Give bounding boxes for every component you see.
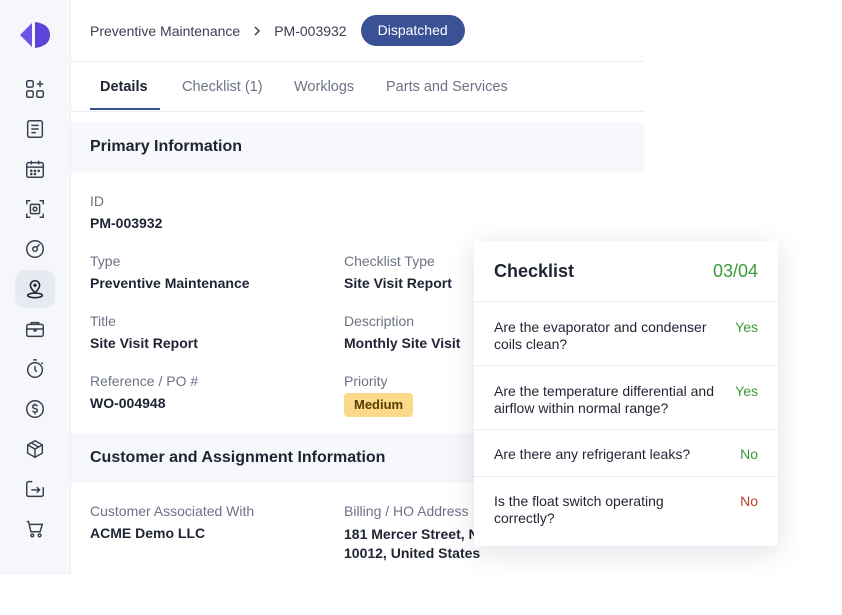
- app-logo[interactable]: [18, 20, 52, 50]
- priority-label: Priority: [344, 373, 388, 389]
- nav-briefcase-icon[interactable]: [15, 310, 55, 348]
- tab-checklist[interactable]: Checklist (1): [182, 62, 263, 112]
- nav-widgets-icon[interactable]: [15, 70, 55, 108]
- section-title: Primary Information: [90, 138, 243, 155]
- tab-details[interactable]: Details: [100, 62, 148, 112]
- checklist-count: 03/04: [712, 261, 758, 281]
- primary-info-header: Primary Information: [71, 122, 644, 172]
- nav-timer-icon[interactable]: [15, 350, 55, 388]
- checklist-type-label: Checklist Type: [344, 253, 435, 269]
- customer-value: ACME Demo LLC: [90, 525, 206, 541]
- nav-location-icon[interactable]: [15, 270, 55, 308]
- id-value: PM-003932: [90, 215, 163, 231]
- checklist-question: Are the evaporator and condenser coils c…: [494, 319, 707, 352]
- nav-scan-icon[interactable]: [15, 190, 55, 228]
- reference-value: WO-004948: [90, 395, 166, 411]
- nav-gauge-icon[interactable]: [15, 230, 55, 268]
- checklist-item: Is the float switch operating correctly?…: [474, 477, 778, 546]
- checklist-item: Are there any refrigerant leaks? No: [474, 430, 778, 477]
- checklist-answer: No: [740, 446, 758, 462]
- checklist-item: Are the temperature differential and air…: [474, 366, 778, 430]
- nav-import-icon[interactable]: [15, 470, 55, 508]
- checklist-title: Checklist: [494, 261, 575, 281]
- checklist-item: Are the evaporator and condenser coils c…: [474, 302, 778, 366]
- checklist-card: Checklist 03/04 Are the evaporator and c…: [474, 241, 778, 546]
- type-value: Preventive Maintenance: [90, 275, 250, 291]
- customer-label: Customer Associated With: [90, 503, 255, 519]
- priority-badge: Medium: [344, 393, 414, 417]
- description-label: Description: [344, 313, 415, 329]
- reference-label: Reference / PO #: [90, 373, 199, 389]
- nav-document-icon[interactable]: [15, 110, 55, 148]
- status-badge: Dispatched: [360, 15, 465, 46]
- sidebar: [0, 0, 71, 575]
- billing-label: Billing / HO Address: [344, 503, 469, 519]
- nav-box-icon[interactable]: [15, 430, 55, 468]
- billing-line-1: 181 Mercer Street, N: [344, 526, 479, 542]
- checklist-header: Checklist 03/04: [474, 241, 778, 302]
- checklist-question: Are there any refrigerant leaks?: [494, 446, 691, 462]
- breadcrumb-parent[interactable]: Preventive Maintenance: [90, 23, 240, 39]
- breadcrumb-current: PM-003932: [274, 22, 347, 39]
- id-label: ID: [90, 193, 104, 209]
- active-tab-indicator: [90, 108, 160, 110]
- breadcrumb: Preventive Maintenance PM-003932 Dispatc…: [90, 15, 465, 46]
- tab-parts-and-services[interactable]: Parts and Services: [386, 62, 508, 112]
- section-title: Customer and Assignment Information: [90, 449, 386, 466]
- chevron-right-icon: [254, 25, 261, 36]
- nav-dollar-icon[interactable]: [15, 390, 55, 428]
- checklist-answer: Yes: [735, 319, 758, 335]
- checklist-answer: Yes: [735, 383, 758, 399]
- nav-calendar-icon[interactable]: [15, 150, 55, 188]
- description-value: Monthly Site Visit: [344, 335, 461, 351]
- tab-bar: Details Checklist (1) Worklogs Parts and…: [71, 62, 644, 112]
- checklist-type-value: Site Visit Report: [344, 275, 452, 291]
- checklist-question: Are the temperature differential and air…: [494, 383, 714, 416]
- nav-cart-icon[interactable]: [15, 510, 55, 548]
- title-value: Site Visit Report: [90, 335, 198, 351]
- checklist-question: Is the float switch operating correctly?: [494, 493, 664, 526]
- billing-line-2: 10012, United States: [344, 545, 481, 561]
- tab-worklogs[interactable]: Worklogs: [294, 62, 354, 112]
- checklist-answer: No: [740, 493, 758, 509]
- title-label: Title: [90, 313, 116, 329]
- type-label: Type: [90, 253, 121, 269]
